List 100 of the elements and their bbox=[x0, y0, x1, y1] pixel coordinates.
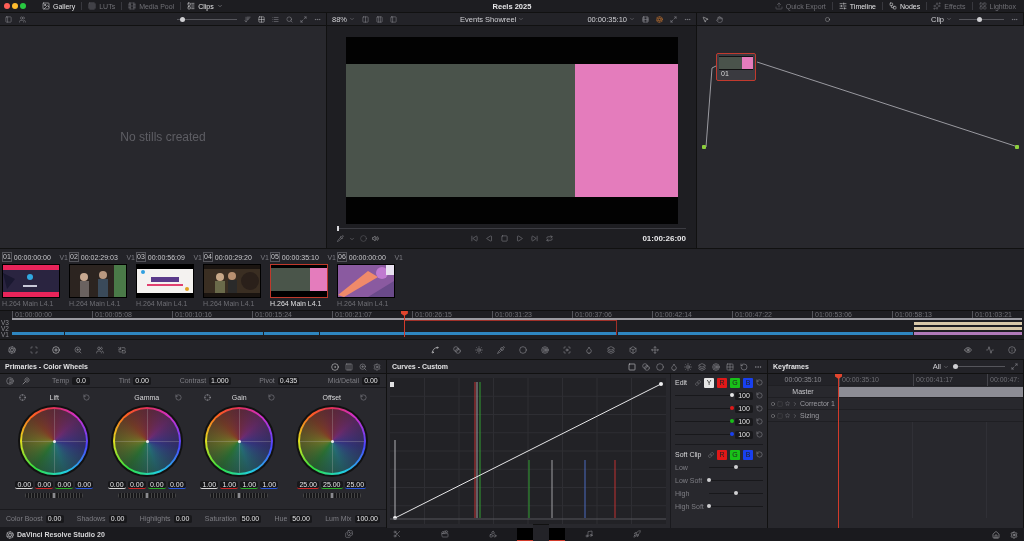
reset-icon[interactable] bbox=[756, 451, 763, 458]
star-icon[interactable] bbox=[785, 401, 790, 406]
master-wheel-slider[interactable] bbox=[117, 493, 176, 498]
pointer-icon[interactable] bbox=[702, 15, 709, 23]
skip-forward-icon[interactable] bbox=[530, 235, 538, 242]
reset-icon[interactable] bbox=[756, 379, 763, 386]
clip-thumbnail[interactable] bbox=[136, 264, 194, 298]
blend-icon[interactable] bbox=[642, 362, 650, 371]
dot-icon[interactable] bbox=[824, 16, 830, 22]
users-icon[interactable] bbox=[19, 15, 26, 23]
circle-icon[interactable] bbox=[656, 362, 664, 371]
output-port[interactable] bbox=[1015, 145, 1019, 149]
scan-icon[interactable] bbox=[30, 345, 38, 354]
aperture-icon[interactable] bbox=[656, 15, 663, 23]
master-wheel-slider[interactable] bbox=[302, 493, 361, 498]
clip-thumbnail[interactable] bbox=[69, 264, 127, 298]
sun-icon[interactable] bbox=[475, 345, 483, 354]
scrub-handle[interactable] bbox=[337, 226, 339, 231]
bars-icon[interactable] bbox=[345, 362, 353, 371]
move-icon[interactable] bbox=[651, 345, 659, 354]
settings-icon[interactable] bbox=[373, 362, 381, 371]
link-icon[interactable] bbox=[695, 379, 701, 386]
stop-icon[interactable] bbox=[500, 235, 508, 242]
sidebar-icon[interactable] bbox=[5, 15, 12, 23]
grid-view-icon[interactable] bbox=[258, 15, 265, 23]
droplet-icon[interactable] bbox=[670, 362, 678, 371]
curve-icon[interactable] bbox=[431, 345, 439, 354]
chevron-down-icon[interactable] bbox=[349, 235, 355, 242]
crosshair-icon[interactable] bbox=[203, 393, 211, 401]
sort-icon[interactable] bbox=[244, 15, 251, 23]
users-icon[interactable] bbox=[96, 345, 104, 354]
reset-icon[interactable] bbox=[82, 393, 90, 401]
list-view-icon[interactable] bbox=[272, 15, 279, 23]
columns-icon[interactable] bbox=[376, 15, 383, 23]
target-icon[interactable] bbox=[712, 362, 720, 371]
reset-icon[interactable] bbox=[360, 393, 368, 401]
wheel-mode-icon[interactable] bbox=[331, 362, 339, 371]
info-icon[interactable] bbox=[1008, 345, 1016, 354]
clip-thumbnail[interactable] bbox=[2, 264, 60, 298]
layers-icon[interactable] bbox=[698, 362, 706, 371]
play-reverse-icon[interactable] bbox=[485, 235, 493, 242]
circle-icon[interactable] bbox=[519, 345, 527, 354]
zoom-icon[interactable] bbox=[74, 345, 82, 354]
speaker-icon[interactable] bbox=[372, 235, 379, 242]
blend-icon[interactable] bbox=[453, 345, 461, 354]
play-icon[interactable] bbox=[515, 235, 523, 242]
eye-icon[interactable] bbox=[964, 345, 972, 354]
slider-thumb[interactable] bbox=[707, 478, 711, 482]
dot-icon[interactable] bbox=[771, 401, 775, 406]
clip-thumbnail[interactable] bbox=[270, 264, 328, 298]
maximize-button[interactable] bbox=[20, 3, 26, 9]
focus-icon[interactable] bbox=[563, 345, 571, 354]
reset-icon[interactable] bbox=[756, 392, 763, 399]
box-icon[interactable] bbox=[629, 345, 637, 354]
reset-icon[interactable] bbox=[175, 393, 183, 401]
plus-circle-icon[interactable] bbox=[52, 345, 60, 354]
dot-icon[interactable] bbox=[771, 413, 775, 418]
input-port[interactable] bbox=[702, 145, 706, 149]
crosshair-icon[interactable] bbox=[18, 393, 26, 401]
master-wheel-slider[interactable] bbox=[210, 493, 269, 498]
droplet-icon[interactable] bbox=[585, 345, 593, 354]
slider-thumb[interactable] bbox=[179, 16, 185, 22]
sun-icon[interactable] bbox=[684, 362, 692, 371]
expand-icon[interactable] bbox=[300, 15, 307, 23]
settings-icon[interactable] bbox=[1010, 530, 1018, 539]
split-view-icon[interactable] bbox=[362, 15, 369, 23]
master-wheel-slider[interactable] bbox=[25, 493, 84, 498]
pipette-icon[interactable] bbox=[497, 345, 505, 354]
star-icon[interactable] bbox=[785, 413, 790, 418]
slider-thumb[interactable] bbox=[953, 364, 958, 369]
slider-thumb[interactable] bbox=[730, 419, 734, 423]
slider-thumb[interactable] bbox=[734, 491, 738, 495]
loop-icon[interactable] bbox=[545, 235, 553, 242]
slider-thumb[interactable] bbox=[734, 465, 738, 469]
reset-icon[interactable] bbox=[267, 393, 275, 401]
slider-thumb[interactable] bbox=[730, 393, 734, 397]
zoom-icon[interactable] bbox=[359, 362, 367, 371]
slider-thumb[interactable] bbox=[145, 493, 148, 498]
slider-thumb[interactable] bbox=[330, 493, 333, 498]
film-icon[interactable] bbox=[642, 15, 649, 23]
slider-thumb[interactable] bbox=[977, 16, 983, 22]
link-icon[interactable] bbox=[708, 451, 714, 458]
slider-thumb[interactable] bbox=[730, 406, 734, 410]
keyframe-track-bar[interactable] bbox=[839, 386, 1023, 397]
expand-icon[interactable] bbox=[1011, 363, 1018, 370]
slider-thumb[interactable] bbox=[53, 493, 56, 498]
picture-in-picture-icon[interactable] bbox=[118, 345, 126, 354]
slider-thumb[interactable] bbox=[707, 504, 711, 508]
pipette-icon[interactable] bbox=[337, 235, 344, 242]
hand-icon[interactable] bbox=[716, 15, 723, 23]
aperture-icon[interactable] bbox=[8, 345, 16, 354]
curve-graph-drawing[interactable] bbox=[390, 378, 666, 524]
reset-icon[interactable] bbox=[756, 405, 763, 412]
layers-icon[interactable] bbox=[607, 345, 615, 354]
home-icon[interactable] bbox=[992, 530, 1000, 539]
reset-icon[interactable] bbox=[740, 362, 748, 371]
search-icon[interactable] bbox=[286, 15, 293, 23]
clip-thumbnail[interactable] bbox=[337, 264, 395, 298]
reset-icon[interactable] bbox=[756, 431, 763, 438]
minimize-button[interactable] bbox=[12, 3, 18, 9]
